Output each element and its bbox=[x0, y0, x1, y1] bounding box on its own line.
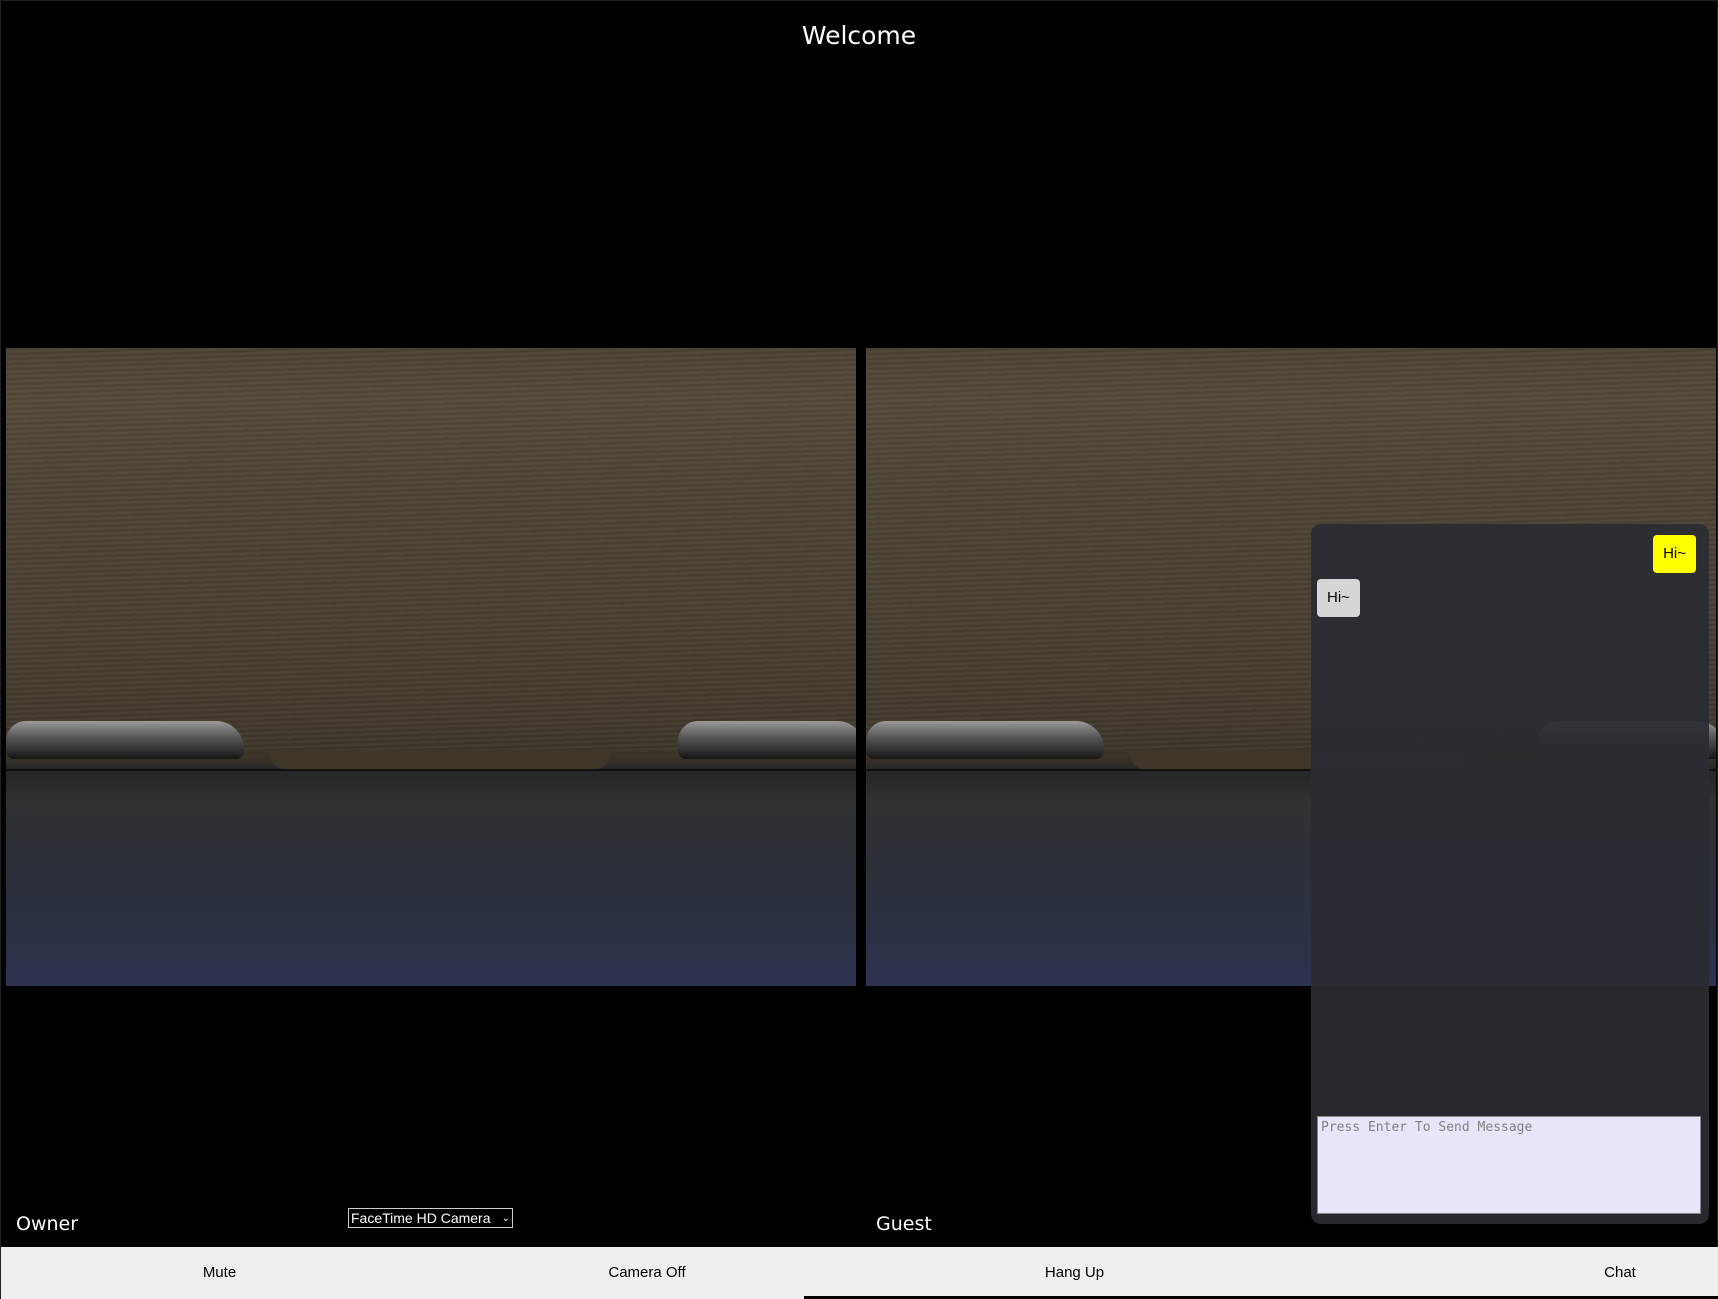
video-scene-notch bbox=[269, 749, 610, 770]
owner-video bbox=[6, 348, 856, 986]
video-scene-edge bbox=[6, 769, 856, 772]
camera-off-button[interactable]: Camera Off bbox=[438, 1247, 856, 1299]
camera-select[interactable]: FaceTime HD Camera ⌄ bbox=[348, 1208, 513, 1228]
chat-toggle-button[interactable]: Chat bbox=[1511, 1247, 1718, 1299]
video-scene-object bbox=[677, 721, 856, 760]
hang-up-button[interactable]: Hang Up bbox=[856, 1247, 1293, 1299]
video-call-app: Welcome Owner FaceTime HD Camera ⌄ Guest… bbox=[0, 0, 1718, 1299]
chat-panel: Hi~ Hi~ bbox=[1311, 524, 1709, 1224]
chevron-down-icon: ⌄ bbox=[501, 1212, 510, 1224]
camera-select-value: FaceTime HD Camera bbox=[351, 1210, 491, 1226]
mute-button[interactable]: Mute bbox=[1, 1247, 438, 1299]
video-scene-object bbox=[866, 721, 1104, 760]
chat-message-input[interactable] bbox=[1317, 1116, 1701, 1214]
guest-label: Guest bbox=[876, 1213, 932, 1235]
chat-message-sent: Hi~ bbox=[1653, 535, 1696, 573]
chat-message-received: Hi~ bbox=[1317, 579, 1360, 617]
video-scene-object bbox=[6, 721, 244, 760]
owner-label: Owner bbox=[16, 1213, 79, 1235]
page-title: Welcome bbox=[801, 21, 917, 50]
call-controls-bar: Mute Camera Off Hang Up Chat bbox=[1, 1247, 1718, 1299]
